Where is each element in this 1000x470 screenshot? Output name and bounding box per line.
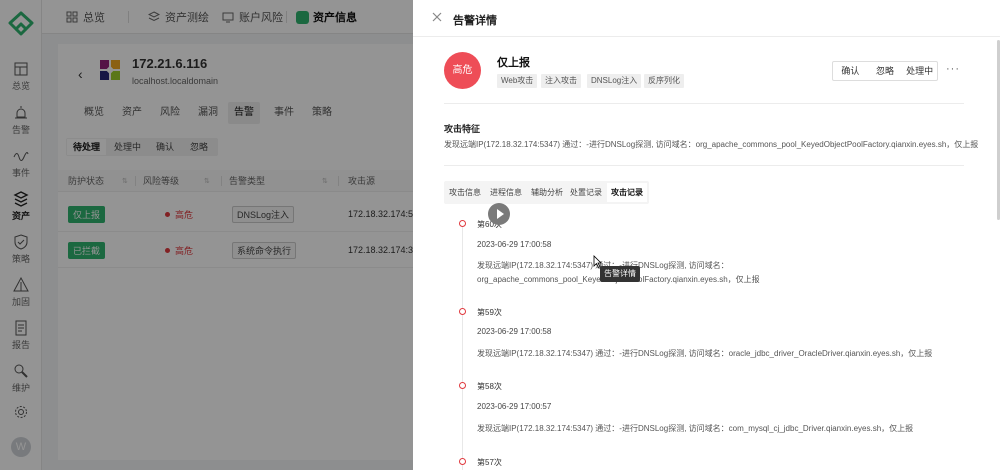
- more-options-icon[interactable]: ···: [946, 63, 960, 75]
- alert-name: 仅上报: [497, 57, 530, 69]
- tab-attack-info[interactable]: 攻击信息: [445, 183, 485, 202]
- record-title: 第58次: [477, 382, 502, 391]
- alert-tag: Web攻击: [497, 74, 538, 88]
- severity-badge: 高危: [444, 52, 481, 89]
- tab-process-info[interactable]: 进程信息: [486, 183, 526, 202]
- modal-overlay[interactable]: [0, 0, 413, 470]
- drawer-title: 告警详情: [453, 15, 497, 27]
- alert-detail-drawer: 告警详情 高危 仅上报 Web攻击 注入攻击 DNSLog注入 反序列化 确认 …: [413, 0, 1000, 470]
- confirm-button[interactable]: 确认: [833, 62, 868, 80]
- divider: [444, 103, 964, 104]
- timeline-dot: [459, 458, 466, 465]
- tab-handling-record[interactable]: 处置记录: [566, 183, 606, 202]
- mouse-cursor-icon: [593, 255, 602, 268]
- alert-tag: 反序列化: [644, 74, 684, 88]
- close-icon[interactable]: [431, 11, 443, 23]
- attack-feature-desc: 发现远端IP(172.18.32.174:5347) 通过：-进行DNSLog探…: [444, 140, 979, 149]
- record-desc: 发现远端IP(172.18.32.174:5347) 通过：-进行DNSLog探…: [477, 424, 914, 433]
- record-time: 2023-06-29 17:00:58: [477, 327, 552, 336]
- timeline-dot: [459, 308, 466, 315]
- ignore-button[interactable]: 忽略: [868, 62, 903, 80]
- tab-assist-analysis[interactable]: 辅助分析: [527, 183, 567, 202]
- record-title: 第57次: [477, 458, 502, 467]
- record-title: 第59次: [477, 308, 502, 317]
- alert-tag: DNSLog注入: [587, 74, 642, 88]
- status-action-group: 确认 忽略 处理中: [832, 61, 938, 81]
- attack-feature-title: 攻击特征: [444, 124, 481, 134]
- timeline-dot: [459, 220, 466, 227]
- drawer-header: 告警详情: [413, 0, 1000, 37]
- record-desc: 发现远端IP(172.18.32.174:5347) 通过：-进行DNSLog探…: [477, 349, 933, 358]
- divider: [444, 165, 964, 166]
- record-time: 2023-06-29 17:00:57: [477, 402, 552, 411]
- record-time: 2023-06-29 17:00:58: [477, 240, 552, 249]
- tab-attack-record[interactable]: 攻击记录: [607, 183, 647, 202]
- timeline-line: [462, 223, 463, 470]
- play-icon[interactable]: [488, 203, 510, 225]
- timeline-dot: [459, 382, 466, 389]
- detail-tabs: 攻击信息 进程信息 辅助分析 处置记录 攻击记录: [444, 181, 649, 204]
- alert-tag: 注入攻击: [541, 74, 581, 88]
- processing-button[interactable]: 处理中: [902, 62, 937, 80]
- tooltip: 告警详情: [600, 266, 640, 282]
